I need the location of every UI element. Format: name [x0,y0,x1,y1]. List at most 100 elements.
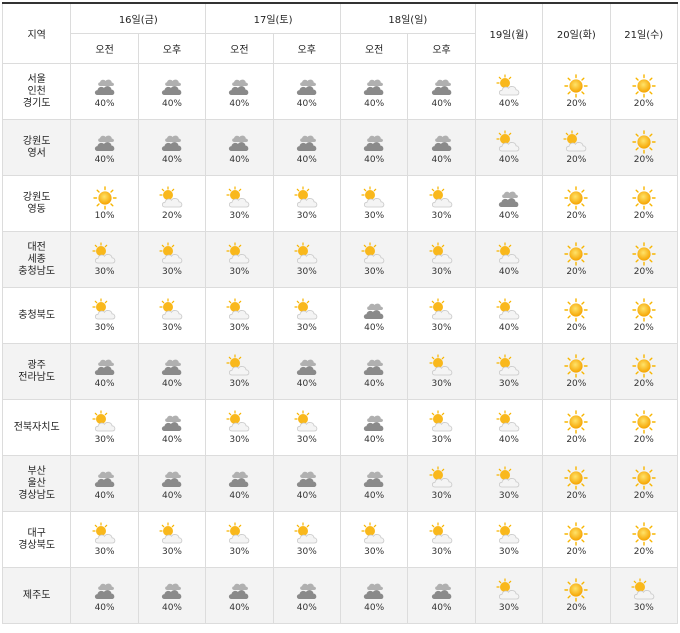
forecast-cell: 30% [272,175,341,232]
partly-cloudy-icon [428,298,456,322]
forecast-cell: 40% [70,455,139,512]
table-row: 강원도 영동 10% 20% 30% 30% 30% 30% 40% 20% 20% [1,175,679,232]
partly-cloudy-icon [360,522,388,546]
region-cell: 대구 경상북도 [1,511,72,568]
precip-probability: 20% [566,547,587,557]
partly-cloudy-icon [225,298,253,322]
cloudy-icon [293,130,321,154]
partly-cloudy-icon [428,466,456,490]
precip-probability: 20% [566,211,587,221]
region-header: 지역 [1,2,72,64]
precip-probability: 30% [229,547,250,557]
precip-probability: 40% [94,491,115,501]
sunny-icon [562,242,590,266]
partly-cloudy-icon [225,186,253,210]
forecast-cell: 20% [609,455,679,512]
precip-probability: 20% [633,155,654,165]
precip-probability: 30% [364,267,385,277]
precip-probability: 40% [229,603,250,613]
day-header-20: 20일(화) [542,2,611,64]
table-row: 충청북도 30% 30% 30% 30% 40% 30% 40% 20% 20% [1,287,679,344]
partly-cloudy-icon [495,242,523,266]
region-cell: 강원도 영서 [1,119,72,176]
table-row: 대전 세종 충청남도 30% 30% 30% 30% 30% 30% 40% 20% 20% [1,231,679,288]
region-cell: 충청북도 [1,287,72,344]
forecast-cell: 40% [272,567,341,624]
region-name: 세종 [27,253,46,265]
cloudy-icon [91,74,119,98]
precip-probability: 40% [296,99,317,109]
forecast-cell: 20% [542,399,611,456]
precip-probability: 40% [498,99,519,109]
precip-probability: 20% [566,491,587,501]
day-header-17: 17일(토) [205,2,341,34]
forecast-cell: 30% [205,399,274,456]
forecast-cell: 30% [474,455,544,512]
precip-probability: 40% [161,491,182,501]
forecast-cell: 30% [272,511,341,568]
precip-probability: 20% [566,99,587,109]
forecast-cell: 30% [407,287,476,344]
forecast-cell: 40% [137,119,207,176]
precip-probability: 40% [498,435,519,445]
table-row: 대구 경상북도 30% 30% 30% 30% 30% 30% 30% 20% 20% [1,511,679,568]
precip-probability: 20% [633,267,654,277]
day-header-21: 21일(수) [609,2,679,64]
precip-probability: 30% [94,323,115,333]
partly-cloudy-icon [158,186,186,210]
precip-probability: 20% [566,379,587,389]
cloudy-icon [225,466,253,490]
forecast-cell: 30% [272,399,341,456]
precip-probability: 30% [498,379,519,389]
precip-probability: 30% [431,547,452,557]
precip-probability: 40% [431,155,452,165]
forecast-cell: 40% [70,343,139,400]
cloudy-icon [293,74,321,98]
forecast-cell: 40% [339,119,409,176]
precip-probability: 30% [431,323,452,333]
cloudy-icon [360,466,388,490]
precip-probability: 30% [229,323,250,333]
region-cell: 전북자치도 [1,399,72,456]
region-name: 강원도 [22,135,51,147]
precip-probability: 20% [633,211,654,221]
forecast-cell: 20% [542,287,611,344]
table-row: 광주 전라남도 40% 40% 30% 40% 40% 30% 30% 20% 20% [1,343,679,400]
partly-cloudy-icon [428,522,456,546]
pm-header: 오후 [137,33,207,64]
sunny-icon [91,186,119,210]
region-name: 경상남도 [18,489,56,501]
precip-probability: 20% [566,603,587,613]
region-name: 전북자치도 [13,421,60,433]
precip-probability: 40% [296,379,317,389]
precip-probability: 20% [566,155,587,165]
precip-probability: 40% [229,155,250,165]
cloudy-icon [360,354,388,378]
precip-probability: 30% [229,211,250,221]
precip-probability: 20% [633,435,654,445]
forecast-cell: 30% [70,399,139,456]
forecast-cell: 30% [205,231,274,288]
region-name: 울산 [27,477,46,489]
precip-probability: 30% [296,267,317,277]
forecast-cell: 30% [272,231,341,288]
forecast-cell: 30% [407,455,476,512]
partly-cloudy-icon [495,522,523,546]
partly-cloudy-icon [495,578,523,602]
forecast-cell: 40% [137,63,207,120]
precip-probability: 40% [94,99,115,109]
forecast-cell: 40% [70,63,139,120]
forecast-cell: 20% [542,175,611,232]
region-name: 광주 [27,359,46,371]
precip-probability: 40% [296,155,317,165]
forecast-cell: 40% [474,175,544,232]
partly-cloudy-icon [428,186,456,210]
cloudy-icon [495,186,523,210]
partly-cloudy-icon [293,298,321,322]
region-name: 인천 [27,85,46,97]
cloudy-icon [158,466,186,490]
forecast-cell: 30% [407,343,476,400]
forecast-cell: 20% [542,63,611,120]
precip-probability: 40% [94,155,115,165]
sunny-icon [630,242,658,266]
